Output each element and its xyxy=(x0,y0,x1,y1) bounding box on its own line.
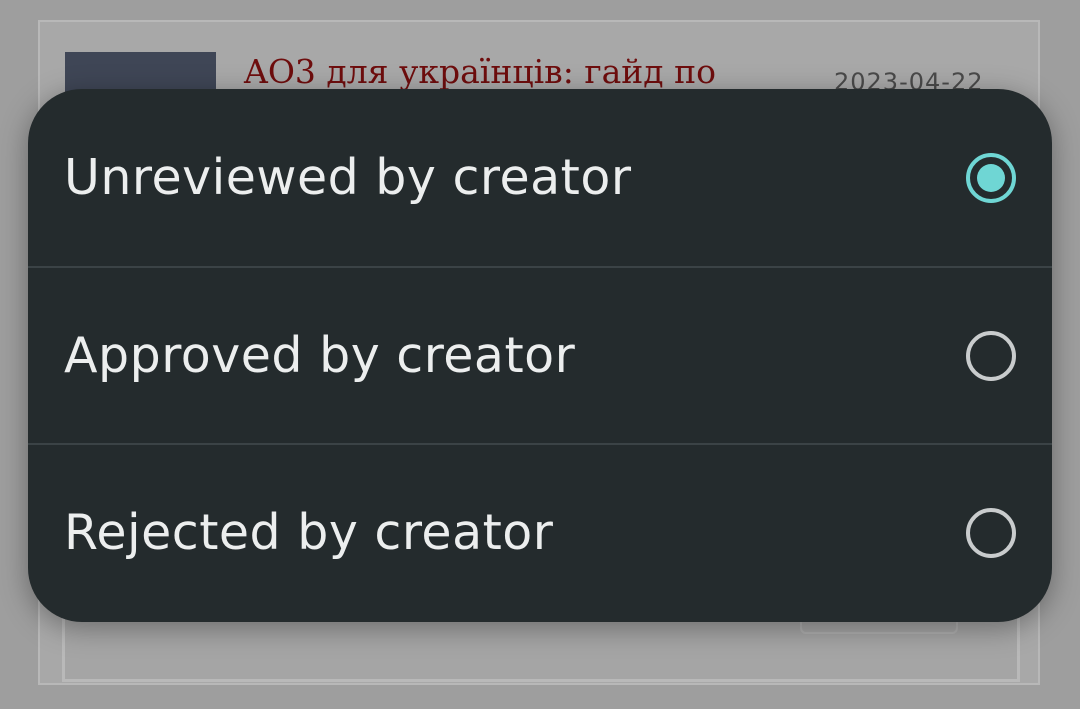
option-unreviewed[interactable]: Unreviewed by creator xyxy=(28,89,1052,266)
radio-selected-icon[interactable] xyxy=(966,152,1016,203)
radio-unselected-icon[interactable] xyxy=(966,330,1016,381)
option-label: Rejected by creator xyxy=(64,504,554,561)
option-rejected[interactable]: Rejected by creator xyxy=(28,443,1052,620)
review-status-dialog: Unreviewed by creator Approved by creato… xyxy=(28,89,1052,622)
radio-unselected-icon[interactable] xyxy=(966,507,1016,558)
work-title: AO3 для українців: гайд по xyxy=(244,52,716,91)
radio-dot xyxy=(977,163,1005,192)
option-label: Unreviewed by creator xyxy=(64,149,632,206)
option-approved[interactable]: Approved by creator xyxy=(28,266,1052,443)
option-label: Approved by creator xyxy=(64,327,576,384)
